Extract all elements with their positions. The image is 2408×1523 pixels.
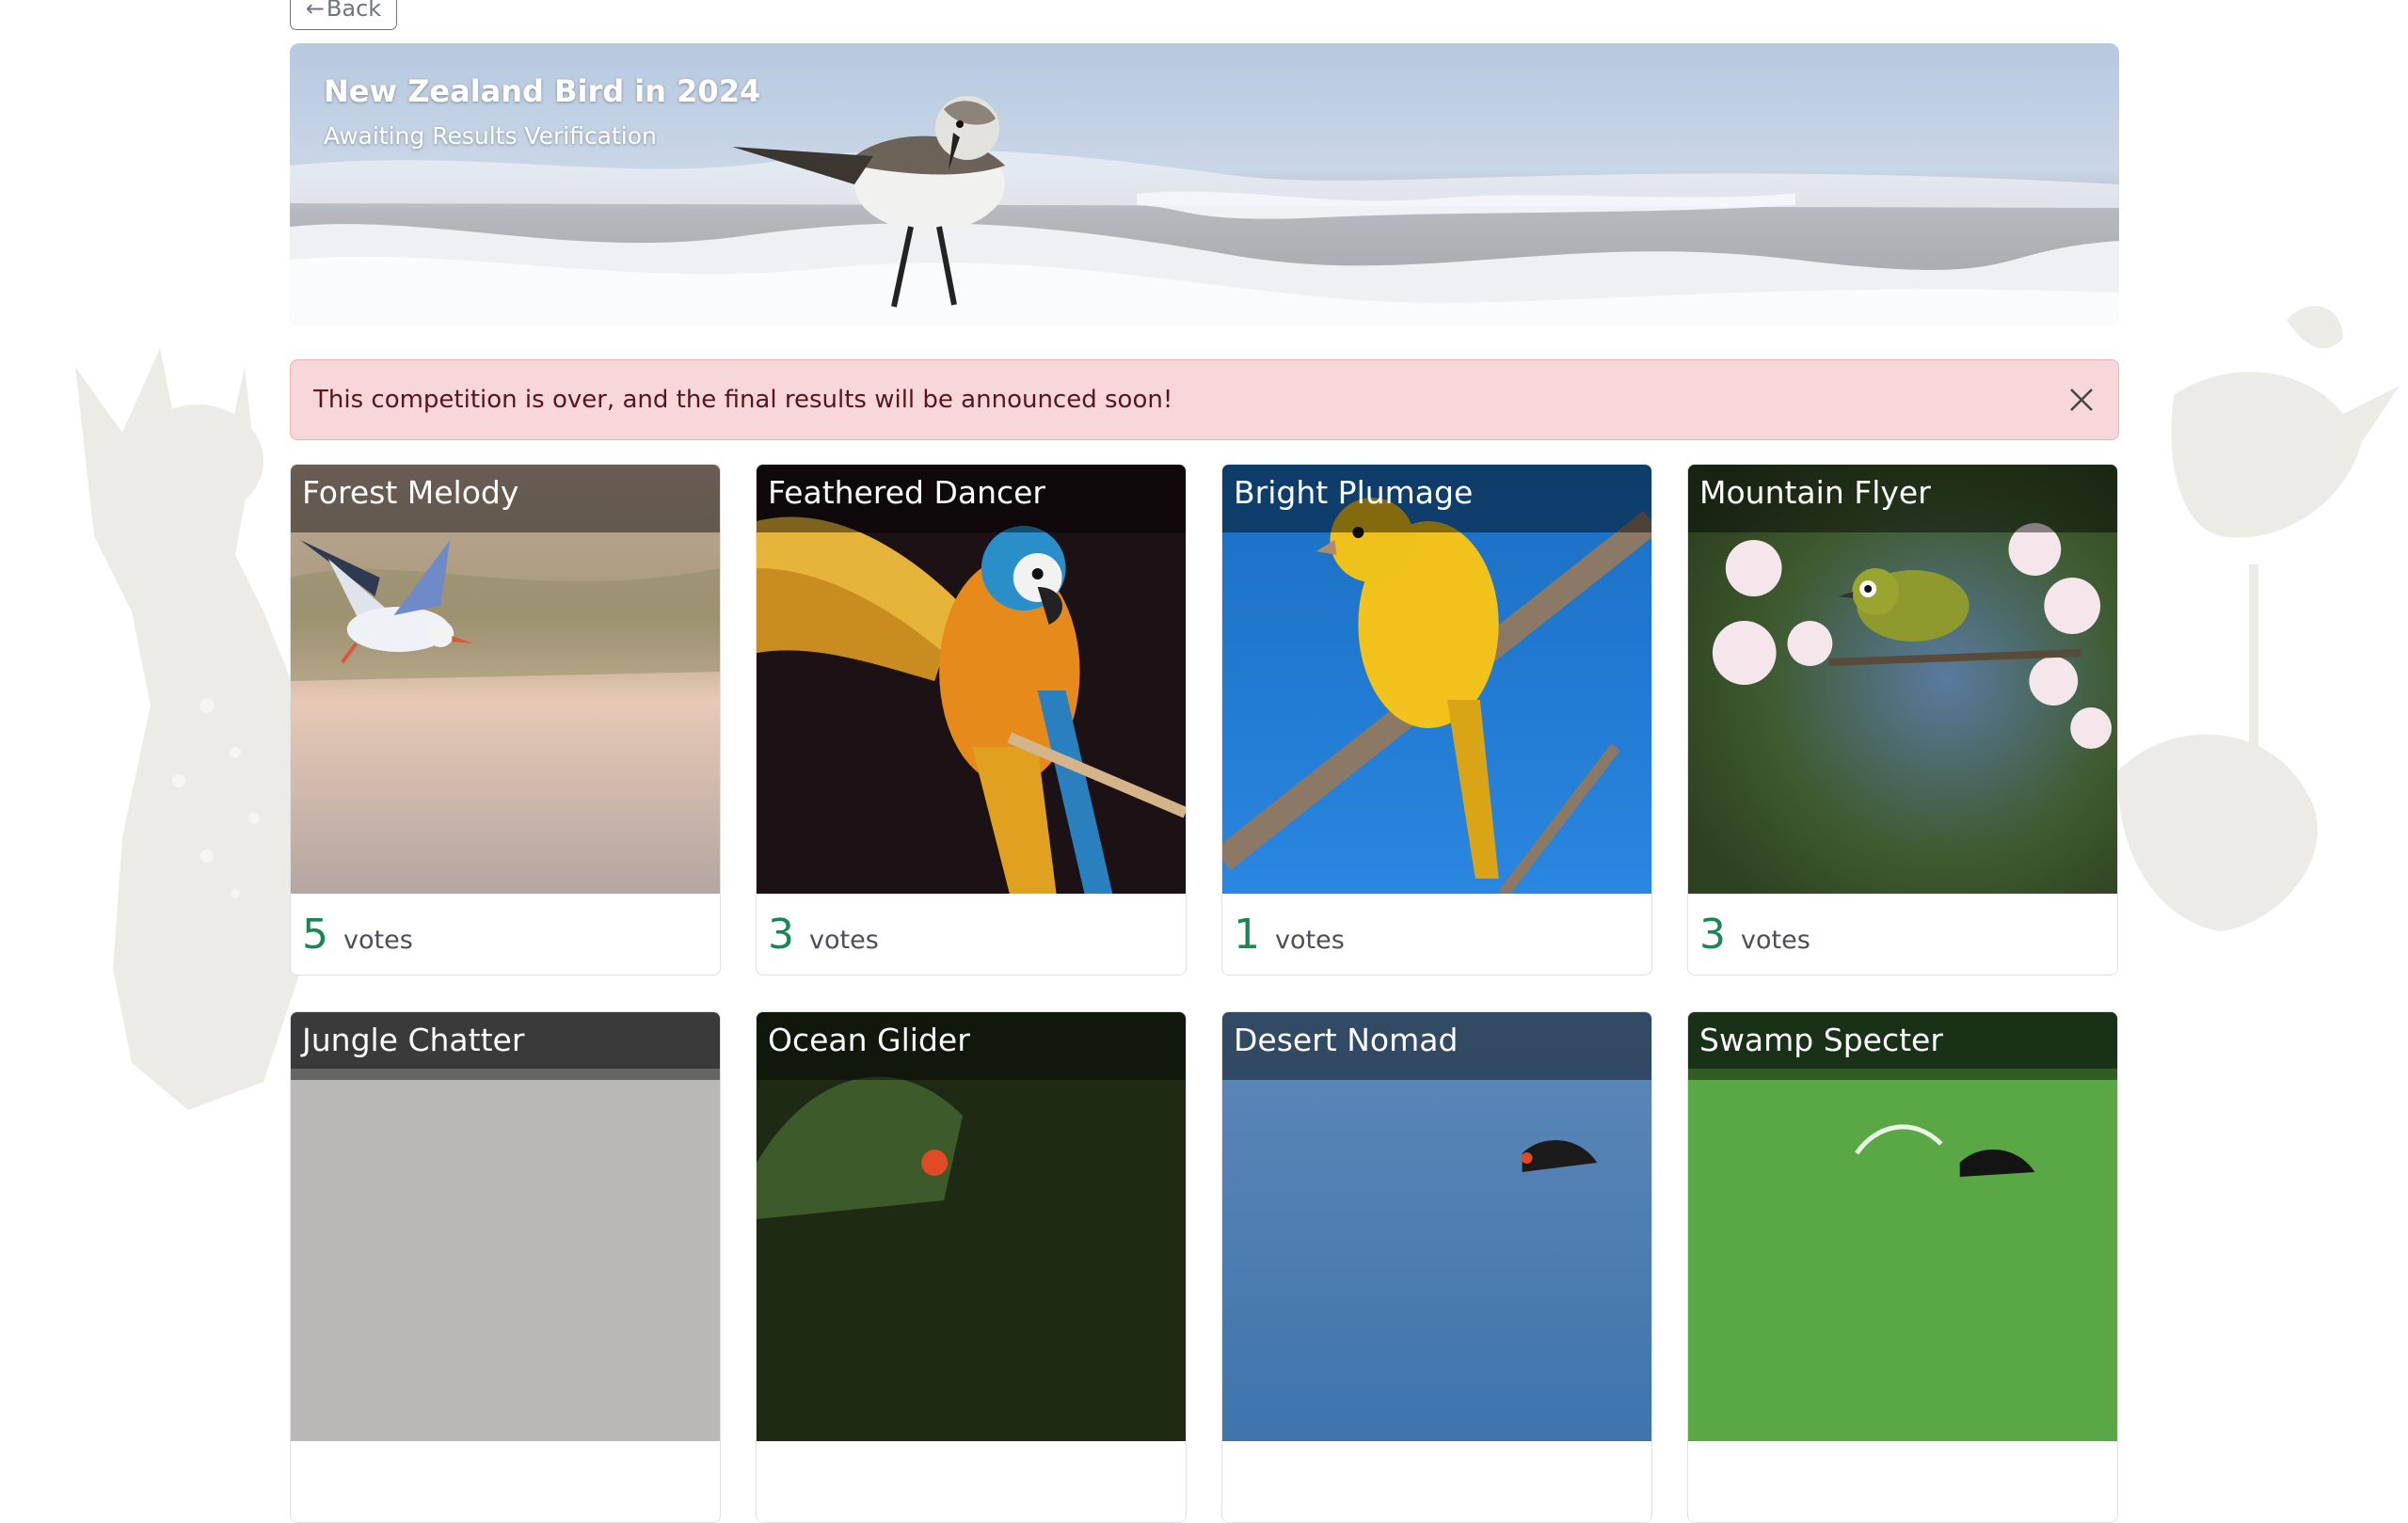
bird-card-title: Swamp Specter <box>1688 1012 2117 1080</box>
bird-card[interactable]: Feathered Dancer 3 votes <box>756 464 1187 976</box>
vote-label: votes <box>1275 925 1345 955</box>
vote-label: votes <box>1741 925 1810 955</box>
vote-number: 1 <box>1234 911 1260 959</box>
vote-number: 3 <box>768 911 794 959</box>
bird-card[interactable]: Jungle Chatter <box>290 1011 721 1523</box>
bird-card[interactable]: Swamp Specter <box>1687 1011 2118 1523</box>
competition-status: Awaiting Results Verification <box>324 122 657 150</box>
bird-card-title: Bright Plumage <box>1222 465 1651 532</box>
bird-card-title: Feathered Dancer <box>757 465 1186 532</box>
bird-card[interactable]: Bright Plumage 1 votes <box>1221 464 1652 976</box>
bird-card-title: Jungle Chatter <box>291 1012 720 1080</box>
bird-card[interactable]: Mountain Flyer 3 votes <box>1687 464 2118 976</box>
back-button-label: Back <box>326 0 382 22</box>
back-arrow-icon: ← <box>305 0 325 22</box>
competition-banner: New Zealand Bird in 2024 Awaiting Result… <box>290 43 2119 325</box>
vote-count: 3 votes <box>1688 894 2117 975</box>
alert-message: This competition is over, and the final … <box>313 386 1173 414</box>
bird-card-title: Mountain Flyer <box>1688 465 2117 532</box>
competition-over-alert: This competition is over, and the final … <box>290 359 2119 440</box>
bird-card[interactable]: Forest Melody 5 votes <box>290 464 721 976</box>
vote-number: 3 <box>1699 911 1726 959</box>
bird-card-title: Forest Melody <box>291 465 720 532</box>
vote-number: 5 <box>302 911 328 959</box>
bird-card-title: Desert Nomad <box>1222 1012 1651 1080</box>
close-icon[interactable] <box>2067 386 2096 414</box>
vote-label: votes <box>809 925 879 955</box>
vote-label: votes <box>343 925 413 955</box>
vote-count: 1 votes <box>1222 894 1651 975</box>
bird-card[interactable]: Ocean Glider <box>756 1011 1187 1523</box>
bird-card-title: Ocean Glider <box>757 1012 1186 1080</box>
bird-card[interactable]: Desert Nomad <box>1221 1011 1652 1523</box>
back-button[interactable]: ← Back <box>290 0 397 30</box>
vote-count: 5 votes <box>291 894 720 975</box>
vote-count: 3 votes <box>757 894 1186 975</box>
competition-title: New Zealand Bird in 2024 <box>324 73 761 109</box>
